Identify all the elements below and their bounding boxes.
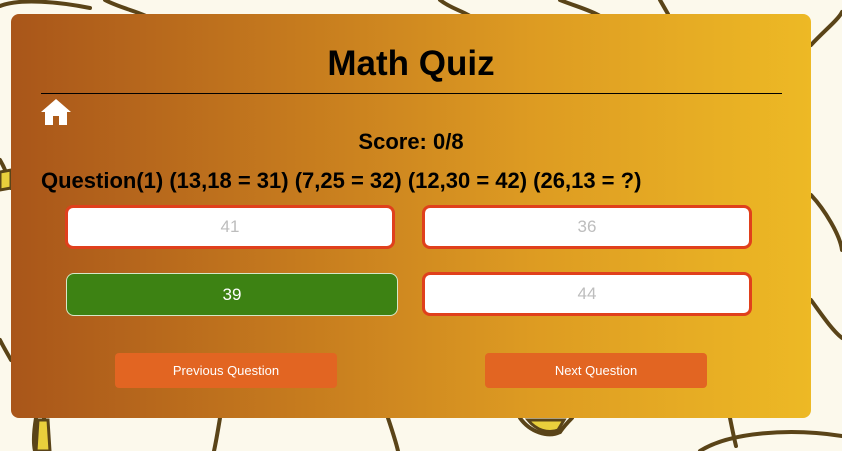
title-divider — [41, 93, 782, 94]
next-question-button[interactable]: Next Question — [485, 353, 707, 388]
previous-question-button[interactable]: Previous Question — [115, 353, 337, 388]
answer-option-1[interactable]: 41 — [65, 205, 395, 249]
answer-option-4[interactable]: 44 — [422, 272, 752, 316]
home-icon[interactable] — [40, 97, 72, 127]
score-display: Score: 0/8 — [358, 129, 464, 154]
answer-option-2[interactable]: 36 — [422, 205, 752, 249]
page-title: Math Quiz — [327, 44, 495, 83]
question-text: Question(1) (13,18 = 31) (7,25 = 32) (12… — [41, 168, 642, 193]
quiz-card: Math Quiz Score: 0/8 Question(1) (13,18 … — [11, 14, 811, 418]
answer-option-3-selected[interactable]: 39 — [66, 273, 398, 316]
